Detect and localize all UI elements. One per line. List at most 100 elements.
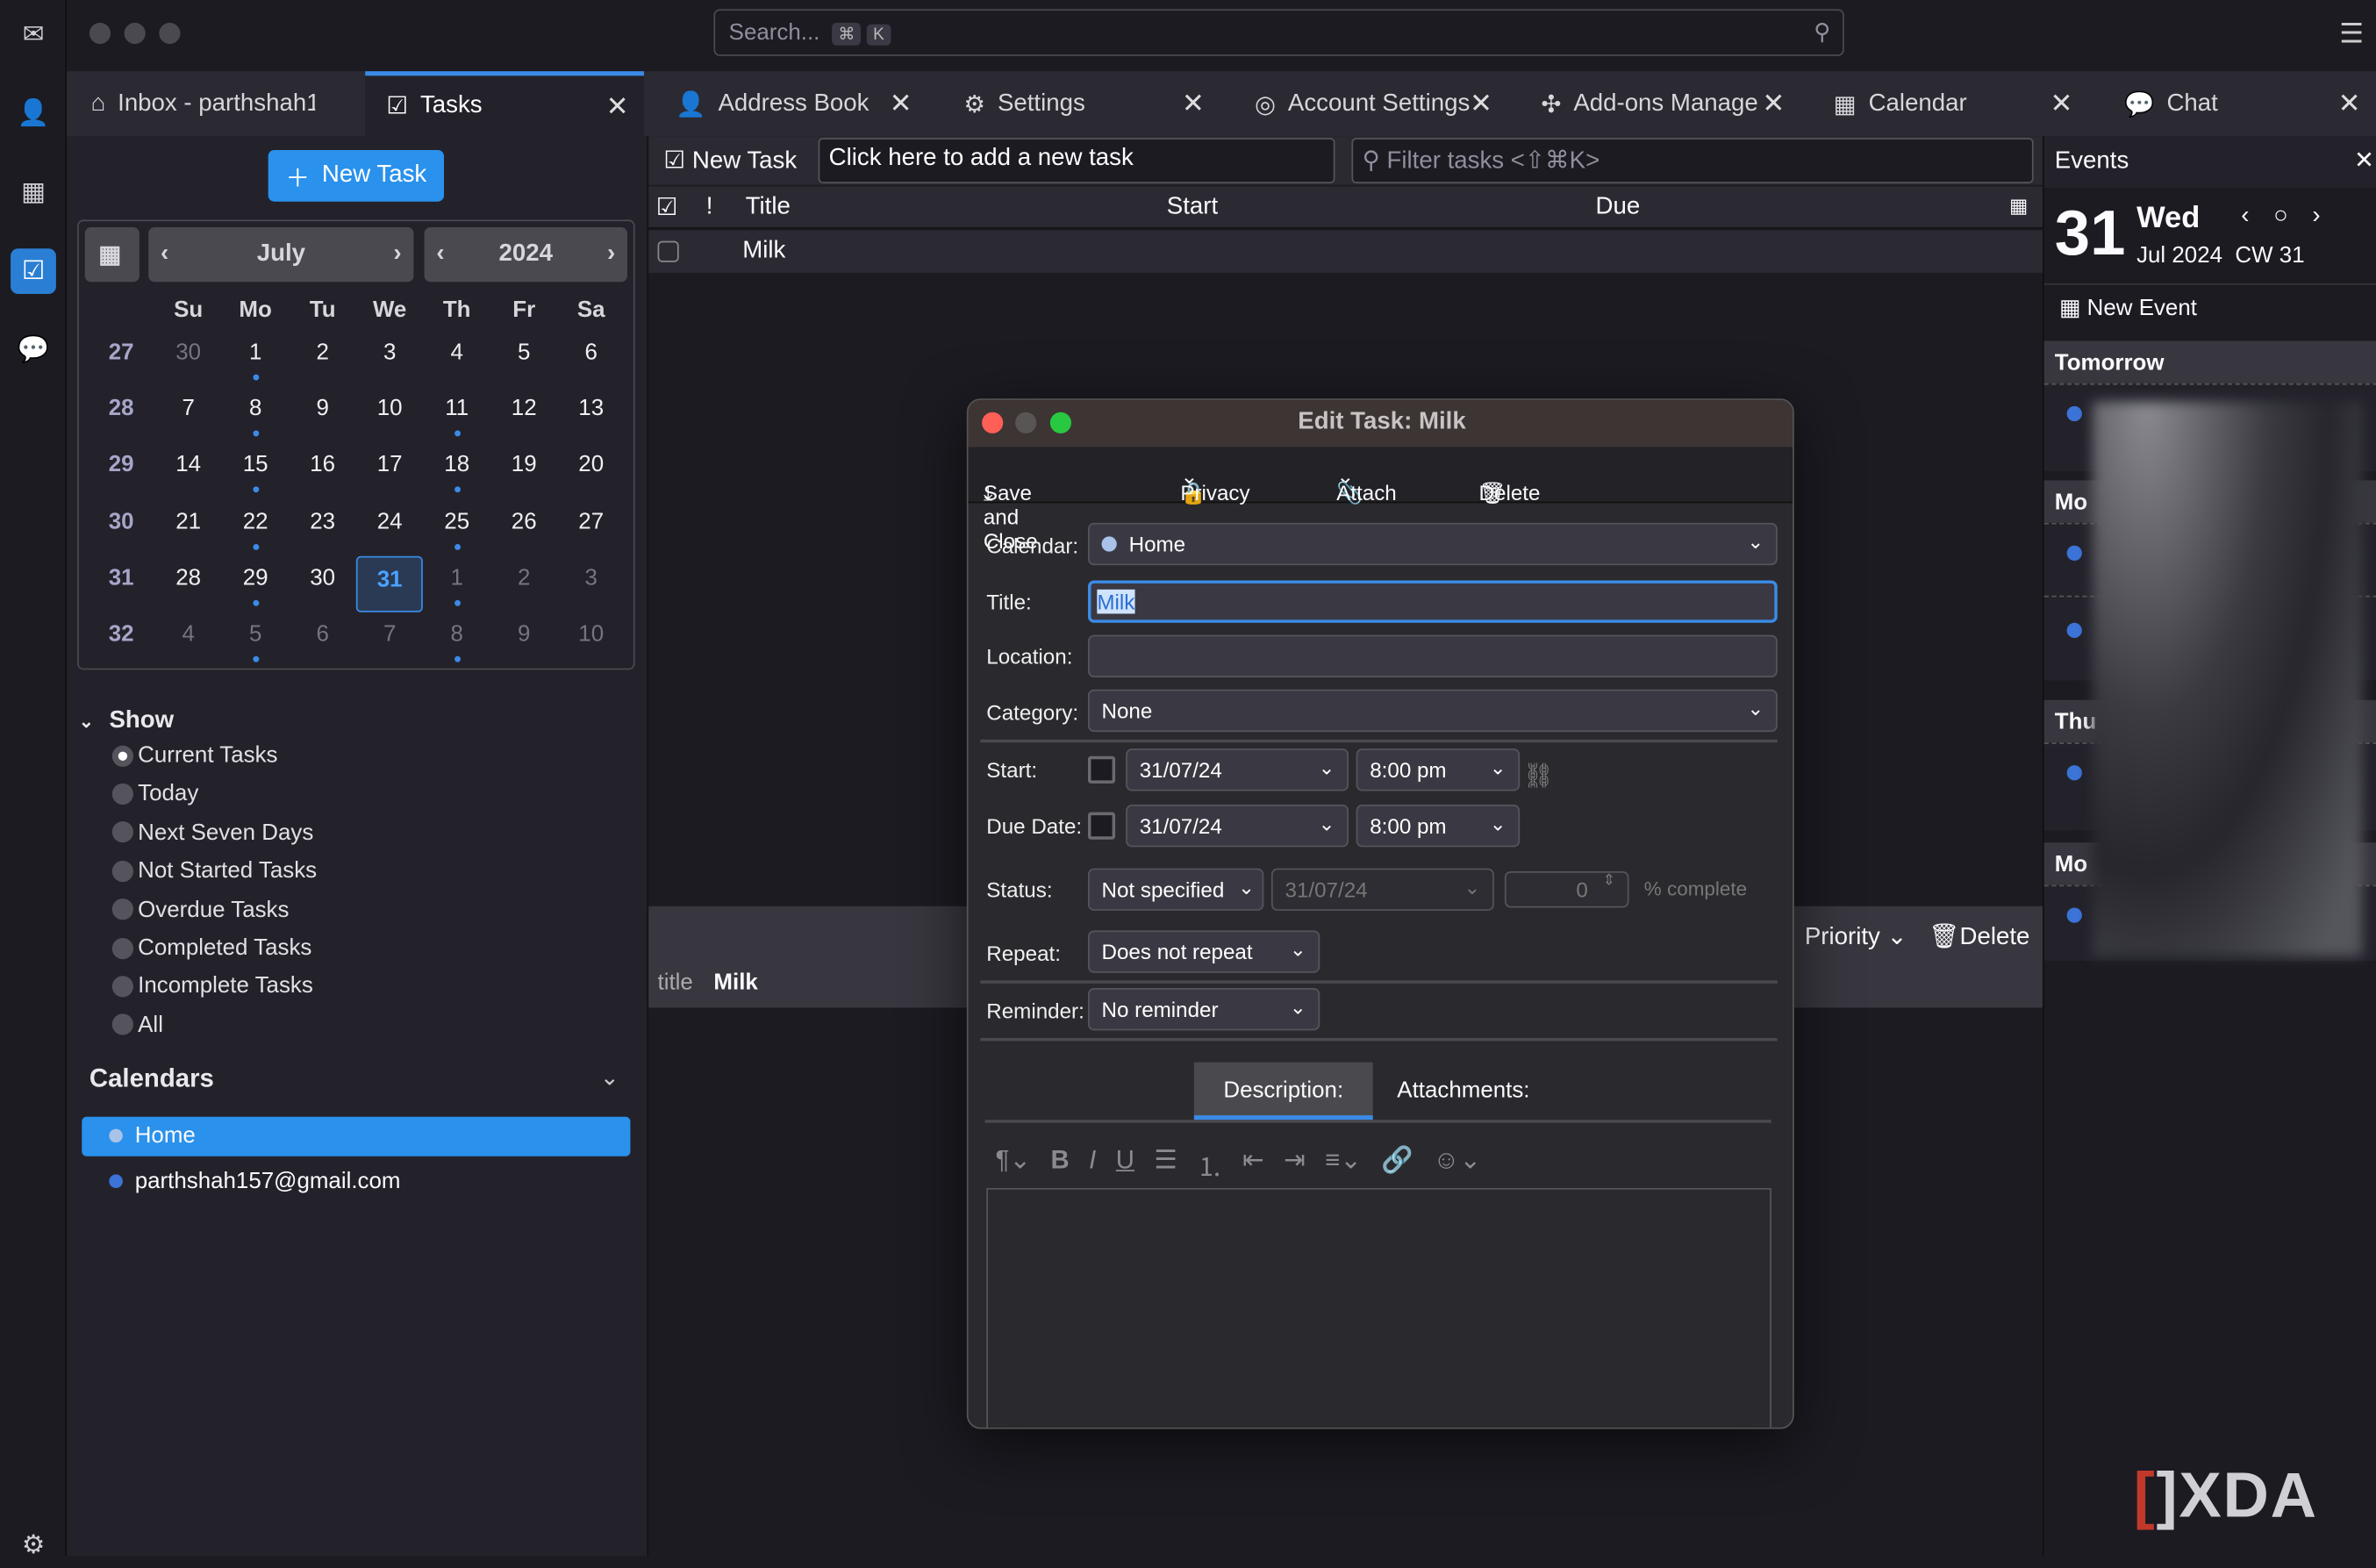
close-tab-icon[interactable]: ✕ bbox=[1182, 88, 1205, 119]
day-cell[interactable]: 8 bbox=[222, 387, 289, 443]
start-time-picker[interactable]: 8:00 pm ⌄ bbox=[1356, 748, 1521, 791]
align-icon[interactable]: ≡⌄ bbox=[1325, 1146, 1362, 1184]
day-cell[interactable]: 18 bbox=[424, 443, 490, 499]
day-cell[interactable]: 26 bbox=[490, 499, 557, 555]
calendar-select[interactable]: Home ⌄ bbox=[1087, 522, 1778, 566]
day-cell[interactable]: 3 bbox=[356, 330, 423, 386]
chevron-down-icon[interactable]: ⌄ bbox=[1490, 756, 1506, 781]
radio-button[interactable] bbox=[111, 975, 133, 998]
due-time-picker[interactable]: 8:00 pm ⌄ bbox=[1356, 805, 1521, 848]
start-date-picker[interactable]: 31/07/24 ⌄ bbox=[1126, 748, 1349, 791]
day-cell[interactable]: 8 bbox=[424, 612, 490, 669]
day-cell[interactable]: 2 bbox=[490, 555, 557, 612]
tab-description[interactable]: Description: bbox=[1193, 1062, 1373, 1121]
status-select[interactable]: Not specified ⌄ bbox=[1087, 868, 1264, 911]
indent-icon[interactable]: ⇥ bbox=[1284, 1146, 1306, 1184]
calendar-item-gmail[interactable]: parthshah157@gmail.com bbox=[109, 1169, 400, 1194]
day-cell[interactable]: 23 bbox=[290, 499, 356, 555]
dialog-minimize-button[interactable] bbox=[1015, 412, 1037, 433]
tab-tasks[interactable]: ☑ Tasks ✕ bbox=[365, 71, 644, 137]
day-cell[interactable]: 5 bbox=[490, 330, 557, 386]
show-filter-option[interactable]: Not Started Tasks bbox=[111, 858, 317, 884]
calendar-icon[interactable]: ▦ bbox=[11, 169, 56, 215]
link-dates-icon[interactable]: ⛓ bbox=[1523, 761, 1554, 791]
tab-attachments[interactable]: Attachments: bbox=[1397, 1078, 1529, 1103]
day-cell[interactable]: 7 bbox=[155, 387, 222, 443]
day-cell[interactable]: 25 bbox=[424, 499, 490, 555]
show-filter-option[interactable]: Next Seven Days bbox=[111, 820, 313, 845]
radio-button[interactable] bbox=[111, 783, 133, 805]
tab-calendar[interactable]: ▦ Calendar ✕ bbox=[1812, 71, 2087, 136]
new-task-toolbar-button[interactable]: ☑ New Task bbox=[663, 146, 797, 176]
new-task-button[interactable]: ＋ New Task bbox=[268, 149, 445, 202]
chat-icon[interactable]: 💬 bbox=[11, 327, 56, 373]
day-cell[interactable]: 19 bbox=[490, 443, 557, 499]
radio-button[interactable] bbox=[111, 821, 133, 843]
window-zoom-button[interactable] bbox=[159, 22, 181, 45]
table-row[interactable]: Milk bbox=[648, 230, 2043, 273]
due-checkbox[interactable] bbox=[1087, 812, 1116, 840]
bullet-list-icon[interactable]: ☰ bbox=[1154, 1146, 1177, 1184]
description-editor[interactable] bbox=[986, 1187, 1771, 1428]
new-event-button[interactable]: ▦ New Event bbox=[2043, 283, 2376, 333]
tab-settings[interactable]: ⚙ Settings ✕ bbox=[942, 71, 1220, 136]
prev-year-button[interactable]: ‹ bbox=[436, 241, 444, 268]
prev-day-button[interactable]: ‹ bbox=[2241, 203, 2249, 230]
italic-icon[interactable]: I bbox=[1089, 1146, 1096, 1184]
next-year-button[interactable]: › bbox=[607, 241, 615, 268]
due-date-picker[interactable]: 31/07/24 ⌄ bbox=[1126, 805, 1349, 848]
day-cell[interactable]: 10 bbox=[356, 387, 423, 443]
day-cell[interactable]: 22 bbox=[222, 499, 289, 555]
day-cell[interactable]: 11 bbox=[424, 387, 490, 443]
column-start[interactable]: Start bbox=[1167, 194, 1218, 221]
task-complete-checkbox[interactable] bbox=[657, 240, 679, 262]
day-cell[interactable]: 28 bbox=[155, 555, 222, 612]
column-due[interactable]: Due bbox=[1596, 194, 1641, 221]
day-cell[interactable]: 9 bbox=[490, 612, 557, 669]
column-priority[interactable]: ! bbox=[706, 194, 713, 221]
tab-add-ons[interactable]: ✣ Add-ons Manage ✕ bbox=[1520, 71, 1800, 136]
close-tab-icon[interactable]: ✕ bbox=[2338, 88, 2361, 119]
day-cell[interactable]: 12 bbox=[490, 387, 557, 443]
numbered-list-icon[interactable]: ⒈ bbox=[1197, 1146, 1222, 1184]
reminder-select[interactable]: No reminder ⌄ bbox=[1087, 988, 1320, 1031]
show-section-header[interactable]: ⌄ Show bbox=[79, 708, 174, 735]
chevron-down-icon[interactable]: ⌄ bbox=[1319, 756, 1335, 781]
close-tab-icon[interactable]: ✕ bbox=[606, 90, 629, 122]
close-icon[interactable]: ✕ bbox=[2354, 146, 2374, 176]
chevron-down-icon[interactable]: ⌄ bbox=[600, 1063, 619, 1091]
delete-task-button[interactable]: 🗑Delete bbox=[1929, 921, 2029, 952]
today-button[interactable]: ○ bbox=[2273, 203, 2288, 230]
attach-button[interactable]: 📎 Attach ⌄ bbox=[1336, 463, 1397, 505]
day-cell[interactable]: 16 bbox=[290, 443, 356, 499]
radio-button[interactable] bbox=[111, 937, 133, 959]
next-day-button[interactable]: › bbox=[2312, 203, 2320, 230]
day-cell[interactable]: 3 bbox=[558, 555, 625, 612]
show-filter-option[interactable]: Today bbox=[111, 781, 198, 806]
show-filter-option[interactable]: Current Tasks bbox=[111, 742, 277, 769]
menu-icon[interactable]: ☰ bbox=[2339, 18, 2364, 50]
close-tab-icon[interactable]: ✕ bbox=[1762, 88, 1785, 119]
tasks-icon[interactable]: ☑ bbox=[11, 248, 56, 295]
day-cell[interactable]: 15 bbox=[222, 443, 289, 499]
tab-account[interactable]: ◎ Account Settings ✕ bbox=[1234, 71, 1508, 136]
calendar-item-home[interactable]: Home bbox=[82, 1116, 631, 1156]
privacy-button[interactable]: 🔒 Privacy ⌄ bbox=[1180, 463, 1249, 505]
day-cell[interactable]: 7 bbox=[356, 612, 423, 669]
day-cell[interactable]: 6 bbox=[558, 330, 625, 386]
tab-address[interactable]: 👤 Address Book ✕ bbox=[655, 71, 927, 136]
show-filter-option[interactable]: Incomplete Tasks bbox=[111, 973, 313, 999]
start-checkbox[interactable] bbox=[1087, 755, 1116, 784]
show-filter-option[interactable]: Completed Tasks bbox=[111, 935, 311, 961]
day-cell[interactable]: 14 bbox=[155, 443, 222, 499]
column-picker-icon[interactable]: ▦ bbox=[2009, 194, 2028, 218]
paragraph-format-icon[interactable]: ¶⌄ bbox=[996, 1146, 1031, 1184]
window-minimize-button[interactable] bbox=[124, 22, 146, 45]
address-book-icon[interactable]: 👤 bbox=[11, 91, 56, 137]
chevron-down-icon[interactable]: ⌄ bbox=[1490, 813, 1506, 837]
day-cell[interactable]: 24 bbox=[356, 499, 423, 555]
day-cell[interactable]: 9 bbox=[290, 387, 356, 443]
title-input[interactable]: Milk bbox=[1087, 580, 1778, 623]
calendar-picker-button[interactable]: ▦ bbox=[84, 227, 140, 283]
day-cell[interactable]: 27 bbox=[558, 499, 625, 555]
